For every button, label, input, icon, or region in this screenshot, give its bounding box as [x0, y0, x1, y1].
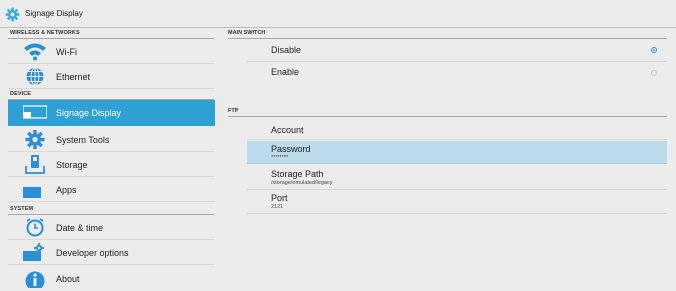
ftp-port-row[interactable]: Port 2121	[247, 190, 667, 214]
sidebar-item-label: Ethernet	[56, 72, 91, 82]
section-header-wireless: WIRELESS & NETWORKS	[8, 30, 214, 39]
sidebar-item-label: About	[56, 274, 80, 284]
option-label: Enable	[271, 67, 300, 77]
settings-panel: MAIN SWITCH Disable Enable FTP Account P…	[225, 28, 676, 290]
section-header-label: WIRELESS & NETWORKS	[10, 30, 80, 36]
sidebar-item-system-tools[interactable]: System Tools	[8, 127, 215, 152]
sidebar-item-ethernet[interactable]: Ethernet	[8, 64, 215, 89]
option-enable[interactable]: Enable	[247, 62, 667, 85]
radio-disable[interactable]	[651, 47, 657, 53]
sidebar-item-date-time[interactable]: Date & time	[8, 215, 215, 240]
gear-icon	[25, 130, 45, 149]
ftp-storage-path-label: Storage Path	[271, 169, 324, 179]
option-label: Disable	[271, 45, 302, 55]
window-title: Signage Display	[25, 9, 83, 18]
ftp-storage-path-row[interactable]: Storage Path /storage/emulated/legacy	[247, 166, 667, 190]
section-header-label: FTP	[228, 108, 239, 114]
sidebar-item-label: Wi-Fi	[56, 47, 77, 57]
ftp-account-row[interactable]: Account	[247, 117, 667, 140]
sidebar-item-apps[interactable]: Apps	[8, 177, 215, 202]
sidebar-item-label: Apps	[56, 185, 77, 195]
sidebar: WIRELESS & NETWORKS Wi-Fi Ethernet DEVIC…	[0, 28, 218, 290]
storage-icon	[25, 155, 45, 174]
sidebar-item-signage-display[interactable]: Signage Display	[8, 100, 215, 126]
sidebar-item-label: Storage	[56, 160, 88, 170]
section-header-label: DEVICE	[10, 91, 32, 97]
ftp-account-label: Account	[271, 125, 304, 135]
ftp-storage-path-value: /storage/emulated/legacy	[271, 180, 333, 186]
sidebar-item-wifi[interactable]: Wi-Fi	[8, 39, 215, 64]
section-header-system: SYSTEM	[8, 206, 214, 215]
display-icon	[23, 105, 47, 119]
wifi-icon	[24, 43, 46, 61]
ftp-port-label: Port	[271, 193, 288, 203]
clock-icon	[26, 218, 44, 237]
section-header-device: DEVICE	[8, 91, 214, 100]
section-header-label: SYSTEM	[10, 206, 34, 212]
sidebar-item-label: Developer options	[56, 248, 129, 258]
ftp-password-value: ********	[271, 155, 289, 161]
sidebar-item-label: Date & time	[56, 223, 104, 233]
developer-icon	[23, 243, 44, 261]
sidebar-item-about[interactable]: About	[8, 266, 215, 291]
sidebar-item-label: System Tools	[56, 135, 110, 145]
apps-icon	[23, 187, 41, 198]
ftp-password-label: Password	[271, 144, 311, 154]
globe-icon	[26, 67, 44, 86]
section-header-ftp: FTP	[228, 108, 667, 117]
title-bar: Signage Display	[0, 0, 676, 28]
sidebar-item-label: Signage Display	[56, 108, 122, 118]
radio-enable[interactable]	[651, 70, 657, 76]
section-header-label: MAIN SWITCH	[228, 30, 266, 36]
ftp-password-row[interactable]: Password ********	[247, 141, 667, 164]
section-header-main-switch: MAIN SWITCH	[228, 30, 667, 39]
info-icon	[25, 271, 45, 288]
option-disable[interactable]: Disable	[247, 39, 667, 62]
gear-icon	[5, 7, 20, 22]
sidebar-item-storage[interactable]: Storage	[8, 152, 215, 177]
sidebar-item-developer-options[interactable]: Developer options	[8, 240, 215, 265]
ftp-port-value: 2121	[271, 204, 284, 210]
